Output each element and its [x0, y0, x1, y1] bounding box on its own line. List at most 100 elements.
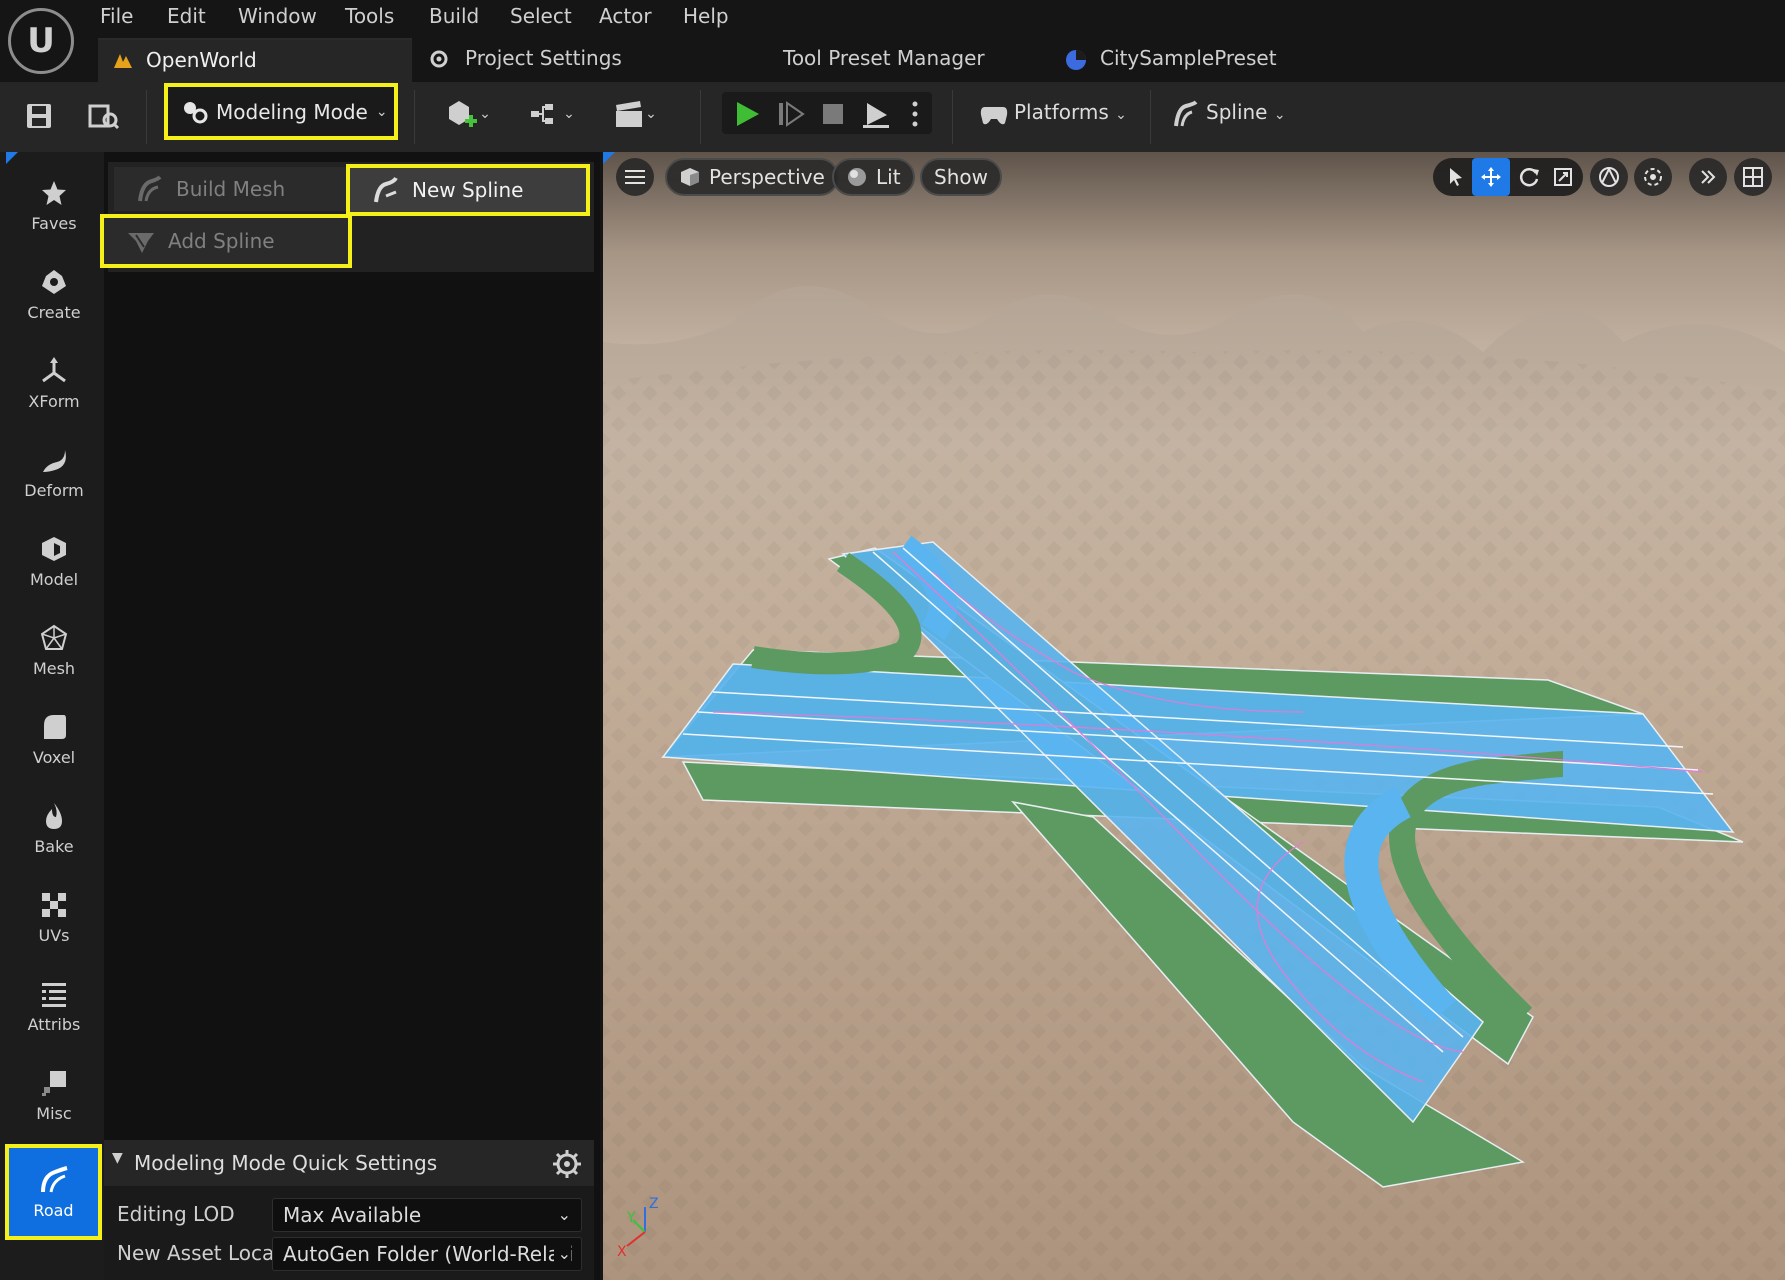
rail-item-label: Deform: [24, 480, 84, 500]
play-icon[interactable]: [730, 94, 766, 134]
spline-mode-icon[interactable]: [1170, 94, 1202, 134]
add-actor-icon[interactable]: ⌄: [440, 94, 496, 134]
surface-snapping-icon[interactable]: [1634, 158, 1672, 196]
add-spline-button[interactable]: Add Spline: [100, 214, 352, 268]
rotate-tool-icon[interactable]: [1510, 158, 1548, 196]
platforms-label: Platforms: [1014, 100, 1109, 124]
select-cursor-icon[interactable]: [1437, 158, 1475, 196]
chevron-down-icon: ⌄: [553, 1238, 571, 1270]
menu-actor[interactable]: Actor: [599, 2, 652, 30]
advance-frame-icon[interactable]: [774, 94, 808, 134]
rail-item-label: Bake: [34, 836, 74, 856]
rail-item-label: Mesh: [32, 658, 76, 678]
rail-item-label: Road: [33, 1200, 74, 1220]
new-spline-label: New Spline: [412, 178, 524, 202]
move-tool-icon[interactable]: [1472, 158, 1510, 196]
menu-help[interactable]: Help: [683, 2, 729, 30]
rail-item-misc[interactable]: Misc: [4, 1050, 104, 1140]
viewport-layout-icon[interactable]: [1734, 158, 1772, 196]
world-local-toggle-icon[interactable]: [1590, 158, 1628, 196]
tab-city-sample-preset[interactable]: CitySamplePreset: [1062, 38, 1292, 82]
modeling-mode-dropdown[interactable]: Modeling Mode ⌄: [164, 83, 398, 140]
perspective-label: Perspective: [709, 165, 825, 189]
rail-item-voxel[interactable]: Voxel: [4, 694, 104, 784]
rail-item-label: Model: [29, 569, 79, 589]
settings-gear-icon: [430, 50, 448, 68]
menu-tools[interactable]: Tools: [345, 2, 394, 30]
show-dropdown[interactable]: Show: [920, 158, 1002, 196]
rail-item-attribs[interactable]: Attribs: [4, 961, 104, 1051]
toolbar-separator: [1150, 90, 1151, 144]
rail-item-uvs[interactable]: UVs: [4, 872, 104, 962]
tab-tool-preset-manager[interactable]: Tool Preset Manager: [783, 38, 993, 82]
menu-window[interactable]: Window: [238, 2, 317, 30]
save-icon[interactable]: [22, 96, 56, 136]
menu-file[interactable]: File: [100, 2, 133, 30]
rail-item-bake[interactable]: Bake: [4, 783, 104, 873]
spline-label: Spline: [1206, 100, 1268, 124]
tab-city-sample-preset-label: CitySamplePreset: [1100, 46, 1277, 70]
svg-text:X: X: [617, 1244, 627, 1260]
rail-item-xform[interactable]: XForm: [4, 338, 104, 428]
rail-item-label: Misc: [36, 1103, 72, 1123]
view-mode-dropdown[interactable]: Lit: [832, 158, 915, 196]
toolbar-separator: [700, 90, 701, 144]
gear-icon[interactable]: [552, 1149, 582, 1179]
rail-item-create[interactable]: Create: [4, 249, 104, 339]
rail-item-faves[interactable]: Faves: [4, 160, 104, 250]
menu-build[interactable]: Build: [429, 2, 479, 30]
rail-item-label: Faves: [31, 213, 77, 233]
transform-axes-icon: [39, 356, 69, 386]
menu-edit[interactable]: Edit: [167, 2, 206, 30]
modeling-mode-label: Modeling Mode: [216, 99, 368, 124]
tab-openworld[interactable]: OpenWorld: [98, 38, 412, 82]
blueprint-icon[interactable]: ⌄: [524, 94, 580, 134]
rail-item-road[interactable]: Road: [5, 1144, 102, 1240]
menu-select[interactable]: Select: [510, 2, 572, 30]
more-options-icon[interactable]: [904, 94, 926, 134]
viewport-options-menu[interactable]: [616, 158, 654, 196]
road-icon: [39, 1165, 69, 1195]
voxel-blob-icon: [39, 712, 69, 742]
quick-settings-header[interactable]: ▼ Modeling Mode Quick Settings: [104, 1140, 594, 1186]
new-asset-location-label: New Asset Locati: [117, 1241, 273, 1265]
editing-lod-value: Max Available: [283, 1203, 422, 1227]
svg-text:Z: Z: [649, 1196, 659, 1212]
new-spline-icon: [374, 176, 398, 203]
level-icon: [114, 54, 132, 68]
platforms-dropdown[interactable]: Platforms ⌄: [1014, 96, 1127, 128]
lit-sphere-icon: [848, 168, 866, 186]
build-mesh-icon: [138, 175, 162, 202]
rail-item-label: Attribs: [27, 1014, 81, 1034]
build-mesh-button[interactable]: Build Mesh: [114, 167, 348, 211]
eject-icon[interactable]: [858, 94, 894, 134]
rail-item-deform[interactable]: Deform: [4, 427, 104, 517]
tab-tool-preset-manager-label: Tool Preset Manager: [783, 46, 985, 70]
chevron-down-icon: ⌄: [1115, 107, 1127, 123]
rail-item-mesh[interactable]: Mesh: [4, 605, 104, 695]
unreal-logo-icon[interactable]: U: [8, 8, 74, 74]
model-cube-icon: [39, 534, 69, 564]
spline-dropdown[interactable]: Spline ⌄: [1206, 96, 1286, 128]
browse-content-icon[interactable]: [86, 96, 122, 136]
platforms-gamepad-icon[interactable]: [978, 94, 1010, 134]
collapse-triangle-icon[interactable]: ▼: [112, 1150, 123, 1166]
new-asset-location-select[interactable]: AutoGen Folder (World-Relati ⌄: [272, 1237, 582, 1271]
new-spline-button[interactable]: New Spline: [346, 164, 590, 216]
star-icon: [39, 178, 69, 208]
expand-chevrons-icon[interactable]: [1689, 158, 1727, 196]
rail-item-label: Create: [27, 302, 81, 322]
preset-pie-icon: [1066, 50, 1086, 70]
cinematics-clapper-icon[interactable]: ⌄: [606, 94, 664, 134]
rail-item-model[interactable]: Model: [4, 516, 104, 606]
misc-icon: [39, 1068, 69, 1098]
rail-item-label: XForm: [28, 391, 80, 411]
stop-icon[interactable]: [816, 94, 850, 134]
perspective-dropdown[interactable]: Perspective: [665, 158, 839, 196]
checker-icon: [39, 890, 69, 920]
editing-lod-select[interactable]: Max Available ⌄: [272, 1198, 582, 1232]
level-viewport[interactable]: Z Y X: [603, 152, 1785, 1280]
create-shape-icon: [39, 267, 69, 297]
scale-tool-icon[interactable]: [1544, 158, 1582, 196]
tab-project-settings[interactable]: Project Settings: [424, 38, 654, 82]
